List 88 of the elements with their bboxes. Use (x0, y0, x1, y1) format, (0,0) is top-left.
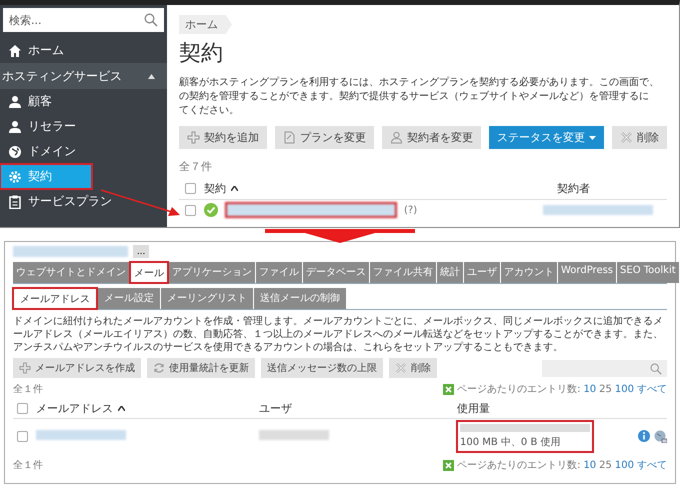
breadcrumb[interactable]: ホーム (179, 15, 232, 34)
down-arrow-icon (265, 229, 415, 243)
toolbar-button[interactable]: 契約者を変更 (382, 126, 481, 149)
checkbox[interactable] (185, 183, 196, 194)
tab[interactable]: 統計 (437, 262, 463, 283)
column-header[interactable]: メールアドレス (36, 401, 251, 416)
caret-icon (148, 74, 155, 78)
per-page-label: ページあたりのエントリ数: (457, 459, 580, 472)
toolbar-button[interactable]: プランを変更 (275, 126, 374, 149)
tab[interactable]: ファイル共有 (370, 262, 436, 283)
description: ドメインに紐付けられたメールアカウントを作成・管理します。メールアカウントごとに、メールボックス、同じメールボックスに追加できるメールアドレス（メールエイリアス）の数、自動応答、１つ以上のメールアドレスへのメール転送などをセットアップすることができます。また、アンチスパムやアンチウイルスのサービスを使用できるアカウントの場合は、これらをセットアップすることもできます。 (13, 315, 664, 354)
toolbar-button[interactable]: 送信メッセージ数の上限 (261, 358, 383, 378)
description-line: てください。 (179, 104, 240, 118)
tab[interactable]: ファイル (256, 262, 302, 283)
page-title: 契約 (179, 40, 223, 68)
sidebar-item[interactable]: 顧客 (0, 89, 167, 114)
spreadsheet-icon[interactable] (443, 384, 454, 394)
page-size-link[interactable]: 25 (599, 384, 612, 394)
blurred-text (259, 430, 329, 440)
page-size-link[interactable]: 25 (599, 460, 612, 470)
toolbar-button[interactable]: 契約を追加 (179, 126, 267, 149)
sidebar-section[interactable]: ホスティングサービス (0, 63, 167, 89)
search-field[interactable] (542, 360, 667, 376)
globe-icon[interactable] (654, 430, 667, 443)
subtab[interactable]: メールアドレス (13, 288, 97, 309)
tab[interactable]: メール (130, 262, 168, 283)
search-icon (144, 13, 158, 27)
refresh-icon (153, 362, 165, 374)
checkbox[interactable] (185, 204, 196, 216)
page-size-link[interactable]: 100 (614, 460, 634, 470)
item-count: 全１件 (13, 383, 43, 396)
item-count: 全１件 (13, 459, 43, 472)
page-size-link[interactable]: すべて (637, 382, 667, 396)
clipboard-icon (8, 194, 22, 208)
tab[interactable]: アカウント (501, 262, 557, 283)
spreadsheet-icon[interactable] (443, 460, 454, 470)
item-count: 全７件 (179, 159, 212, 174)
per-page-label: ページあたりのエントリ数: (457, 383, 580, 396)
home-icon (8, 44, 22, 58)
help-link[interactable]: (?) (404, 204, 418, 216)
description-line: の契約を管理することができます。契約で提供するサービス（ウェブサイトやメールなど）を管理するに (179, 90, 650, 104)
more-button[interactable]: ... (133, 245, 150, 258)
checkbox[interactable] (17, 431, 28, 442)
dropdown-button[interactable]: ステータスを変更 (489, 126, 604, 149)
toolbar-button[interactable]: 使用量統計を更新 (147, 358, 255, 378)
document-icon (283, 131, 296, 144)
sidebar-item[interactable]: ホーム (0, 38, 167, 63)
toolbar-button[interactable]: 削除 (612, 126, 667, 149)
column-header[interactable]: 使用量 (457, 401, 587, 416)
plus-icon (19, 362, 31, 374)
subtab[interactable]: 送信メールの制御 (254, 288, 346, 309)
delete-icon (395, 362, 407, 374)
toolbar-button[interactable]: 削除 (389, 358, 437, 378)
tab[interactable]: SEO Toolkit (617, 262, 679, 283)
page-size-link[interactable]: 10 (583, 460, 596, 470)
plus-icon (187, 131, 200, 144)
tab[interactable]: データベース (303, 262, 369, 283)
globe-icon (8, 144, 22, 158)
tab[interactable]: ユーザ (464, 262, 500, 283)
column-header[interactable]: ユーザ (259, 401, 449, 416)
column-header[interactable]: 契約 (204, 181, 549, 196)
page-size-link[interactable]: すべて (637, 458, 667, 472)
tab[interactable]: WordPress (558, 262, 616, 283)
usage-text: 100 MB 中、0 B 使用 (460, 436, 562, 449)
page-size-link[interactable]: 100 (614, 384, 634, 394)
delete-icon (620, 131, 633, 144)
info-icon[interactable] (638, 430, 650, 442)
tab[interactable]: アプリケーション (169, 262, 255, 283)
blurred-text[interactable] (226, 203, 396, 217)
page-size-link[interactable]: 10 (583, 384, 596, 394)
caret-icon (589, 136, 596, 140)
toolbar-button[interactable]: メールアドレスを作成 (13, 358, 141, 378)
sidebar-item[interactable]: 契約 (0, 164, 92, 189)
search-icon (650, 362, 662, 374)
subtab[interactable]: メーリングリスト (161, 288, 253, 309)
subtab[interactable]: メール設定 (98, 288, 160, 309)
search-field[interactable]: 検索... (3, 8, 164, 32)
sidebar-item[interactable]: ドメイン (0, 139, 167, 164)
checkbox[interactable] (17, 403, 28, 414)
sidebar-item[interactable]: リセラー (0, 114, 167, 139)
gear-icon (8, 170, 22, 184)
tab[interactable]: ウェブサイトとドメイン (13, 262, 129, 283)
column-header[interactable]: 契約者 (557, 181, 590, 196)
description-line: 顧客がホスティングプランを利用するには、ホスティングプランを契約する必要があります。この画面で、 (179, 76, 659, 90)
person-icon (8, 120, 22, 134)
person-icon (8, 94, 22, 108)
person-icon (390, 131, 403, 144)
sidebar-item[interactable]: サービスプラン (0, 189, 167, 214)
